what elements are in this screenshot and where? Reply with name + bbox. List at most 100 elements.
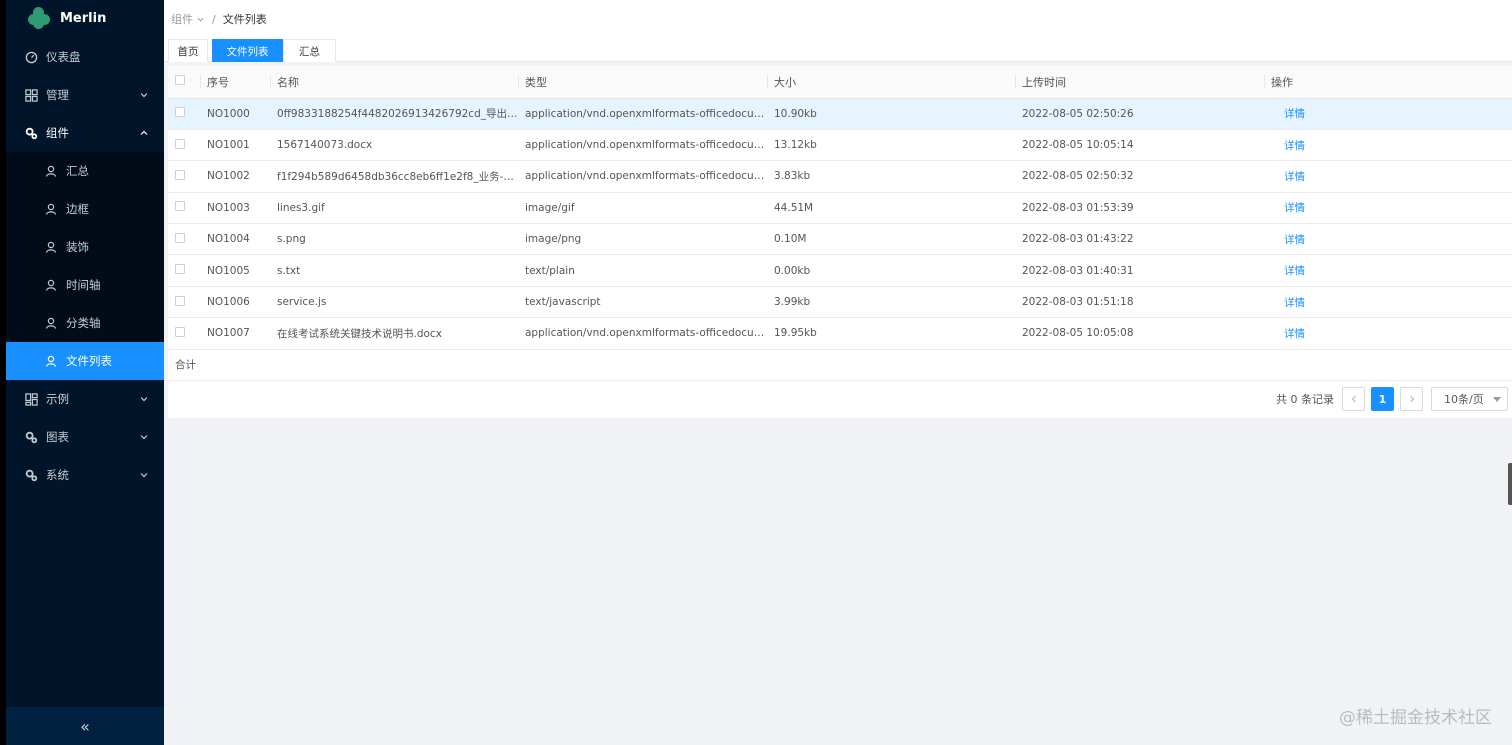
cell-name: lines3.gif — [270, 192, 518, 225]
detail-link[interactable]: 详情 — [1284, 202, 1305, 214]
row-checkbox[interactable] — [175, 232, 185, 243]
dashboard-icon — [24, 50, 38, 64]
chevron-up-icon — [140, 130, 148, 135]
file-table: 序号 名称 类型 大小 上传时间 操作 NO1000 0ff9833188254… — [168, 66, 1512, 382]
row-checkbox[interactable] — [175, 201, 185, 212]
detail-link[interactable]: 详情 — [1284, 108, 1305, 120]
detail-link[interactable]: 详情 — [1284, 297, 1305, 309]
table-row[interactable]: NO1005 s.txt text/plain 0.00kb 2022-08-0… — [168, 254, 1512, 287]
cell-size: 0.00kb — [767, 254, 1015, 287]
cell-size: 3.83kb — [767, 160, 1015, 193]
table-header-row: 序号 名称 类型 大小 上传时间 操作 — [168, 66, 1512, 99]
column-header: 名称 — [270, 66, 518, 99]
table-row[interactable]: NO1004 s.png image/png 0.10M 2022-08-03 … — [168, 223, 1512, 256]
detail-link[interactable]: 详情 — [1284, 328, 1305, 340]
cell-action: 详情 — [1264, 192, 1512, 225]
cell-type: image/png — [518, 223, 767, 256]
detail-link[interactable]: 详情 — [1284, 265, 1305, 277]
prev-page-button[interactable] — [1342, 387, 1365, 411]
sidebar-item-examples[interactable]: 示例 — [6, 380, 164, 418]
summary-label: 合计 — [168, 349, 1512, 382]
tab-summary[interactable]: 汇总 — [283, 39, 336, 62]
detail-link[interactable]: 详情 — [1284, 171, 1305, 183]
sidebar-item-label: 分类轴 — [66, 316, 101, 330]
row-select-cell[interactable] — [168, 160, 200, 193]
select-all-cell[interactable] — [168, 66, 200, 99]
cell-id: NO1006 — [200, 286, 270, 319]
row-select-cell[interactable] — [168, 129, 200, 162]
column-header: 操作 — [1264, 66, 1512, 99]
tab-home[interactable]: 首页 — [168, 39, 208, 62]
gear-icon — [24, 468, 38, 482]
sidebar-collapse-button[interactable]: « — [6, 707, 164, 745]
sidebar-item-border[interactable]: 边框 — [6, 190, 164, 228]
table-row[interactable]: NO1007 在线考试系统关键技术说明书.docx application/vn… — [168, 317, 1512, 350]
cell-time: 2022-08-03 01:43:22 — [1015, 223, 1264, 256]
scroll-handle[interactable] — [1508, 463, 1512, 505]
sidebar-item-category-axis[interactable]: 分类轴 — [6, 304, 164, 342]
sidebar-item-charts[interactable]: 图表 — [6, 418, 164, 456]
row-checkbox[interactable] — [175, 169, 185, 180]
cell-time: 2022-08-03 01:40:31 — [1015, 254, 1264, 287]
cell-type: application/vnd.openxmlformats-officedoc… — [518, 98, 767, 130]
sidebar-item-timeline[interactable]: 时间轴 — [6, 266, 164, 304]
page-size-select[interactable]: 10条/页 — [1431, 387, 1508, 411]
chevron-down-icon — [140, 435, 148, 440]
row-checkbox[interactable] — [175, 326, 185, 337]
submenu-components: 汇总 边框 装饰 时间轴 分类轴 文件列表 — [6, 152, 164, 380]
cell-size: 13.12kb — [767, 129, 1015, 162]
sidebar-item-system[interactable]: 系统 — [6, 456, 164, 494]
detail-link[interactable]: 详情 — [1284, 140, 1305, 152]
tab-file-list[interactable]: 文件列表 — [212, 39, 283, 62]
sidebar-item-file-list[interactable]: 文件列表 — [6, 342, 164, 380]
cell-size: 0.10M — [767, 223, 1015, 256]
tabs-bar: 首页 文件列表 汇总 — [164, 36, 1512, 62]
watermark: @稀土掘金技术社区 — [1339, 708, 1492, 728]
logo[interactable]: Merlin — [28, 6, 106, 30]
row-select-cell[interactable] — [168, 223, 200, 256]
sidebar-item-decoration[interactable]: 装饰 — [6, 228, 164, 266]
cell-time: 2022-08-03 01:51:18 — [1015, 286, 1264, 319]
sidebar-item-label: 文件列表 — [66, 354, 112, 368]
breadcrumb-parent[interactable]: 组件 — [171, 11, 193, 27]
pagination: 共 0 条记录 1 10条/页 — [1276, 387, 1508, 411]
detail-link[interactable]: 详情 — [1284, 234, 1305, 246]
table-row[interactable]: NO1000 0ff9833188254f4482026913426792cd_… — [168, 98, 1512, 130]
breadcrumb: 组件 / 文件列表 — [171, 11, 267, 27]
table-row[interactable]: NO1001 1567140073.docx application/vnd.o… — [168, 129, 1512, 162]
row-checkbox[interactable] — [175, 264, 185, 275]
sidebar-item-label: 时间轴 — [66, 278, 101, 292]
cell-name: s.txt — [270, 254, 518, 287]
table-row[interactable]: NO1003 lines3.gif image/gif 44.51M 2022-… — [168, 192, 1512, 225]
chevron-down-icon[interactable] — [196, 15, 205, 24]
sidebar-item-label: 管理 — [46, 88, 69, 102]
table-row[interactable]: NO1002 f1f294b589d6458db36cc8eb6ff1e2f8_… — [168, 160, 1512, 193]
row-select-cell[interactable] — [168, 98, 200, 130]
sidebar-item-summary[interactable]: 汇总 — [6, 152, 164, 190]
row-checkbox[interactable] — [175, 138, 185, 149]
sidebar-item-dashboard[interactable]: 仪表盘 — [6, 38, 164, 76]
sidebar-item-label: 示例 — [46, 392, 69, 406]
page-button-current[interactable]: 1 — [1371, 387, 1394, 411]
row-select-cell[interactable] — [168, 254, 200, 287]
caret-down-icon — [1493, 397, 1501, 402]
grid-icon — [24, 88, 38, 102]
sidebar-item-label: 仪表盘 — [46, 50, 81, 64]
chevron-right-icon — [1409, 395, 1414, 403]
column-header: 类型 — [518, 66, 767, 99]
row-checkbox[interactable] — [175, 107, 185, 118]
gear-icon — [24, 126, 38, 140]
select-all-checkbox[interactable] — [175, 75, 185, 86]
cell-type: text/javascript — [518, 286, 767, 319]
table-row[interactable]: NO1006 service.js text/javascript 3.99kb… — [168, 286, 1512, 319]
row-select-cell[interactable] — [168, 286, 200, 319]
sidebar-item-manage[interactable]: 管理 — [6, 76, 164, 114]
sidebar-item-components[interactable]: 组件 — [6, 114, 164, 152]
next-page-button[interactable] — [1400, 387, 1423, 411]
row-checkbox[interactable] — [175, 295, 185, 306]
chevron-down-icon — [140, 473, 148, 478]
page-size-value: 10条/页 — [1444, 393, 1484, 406]
row-select-cell[interactable] — [168, 192, 200, 225]
chevron-left-icon — [1351, 395, 1356, 403]
row-select-cell[interactable] — [168, 317, 200, 350]
